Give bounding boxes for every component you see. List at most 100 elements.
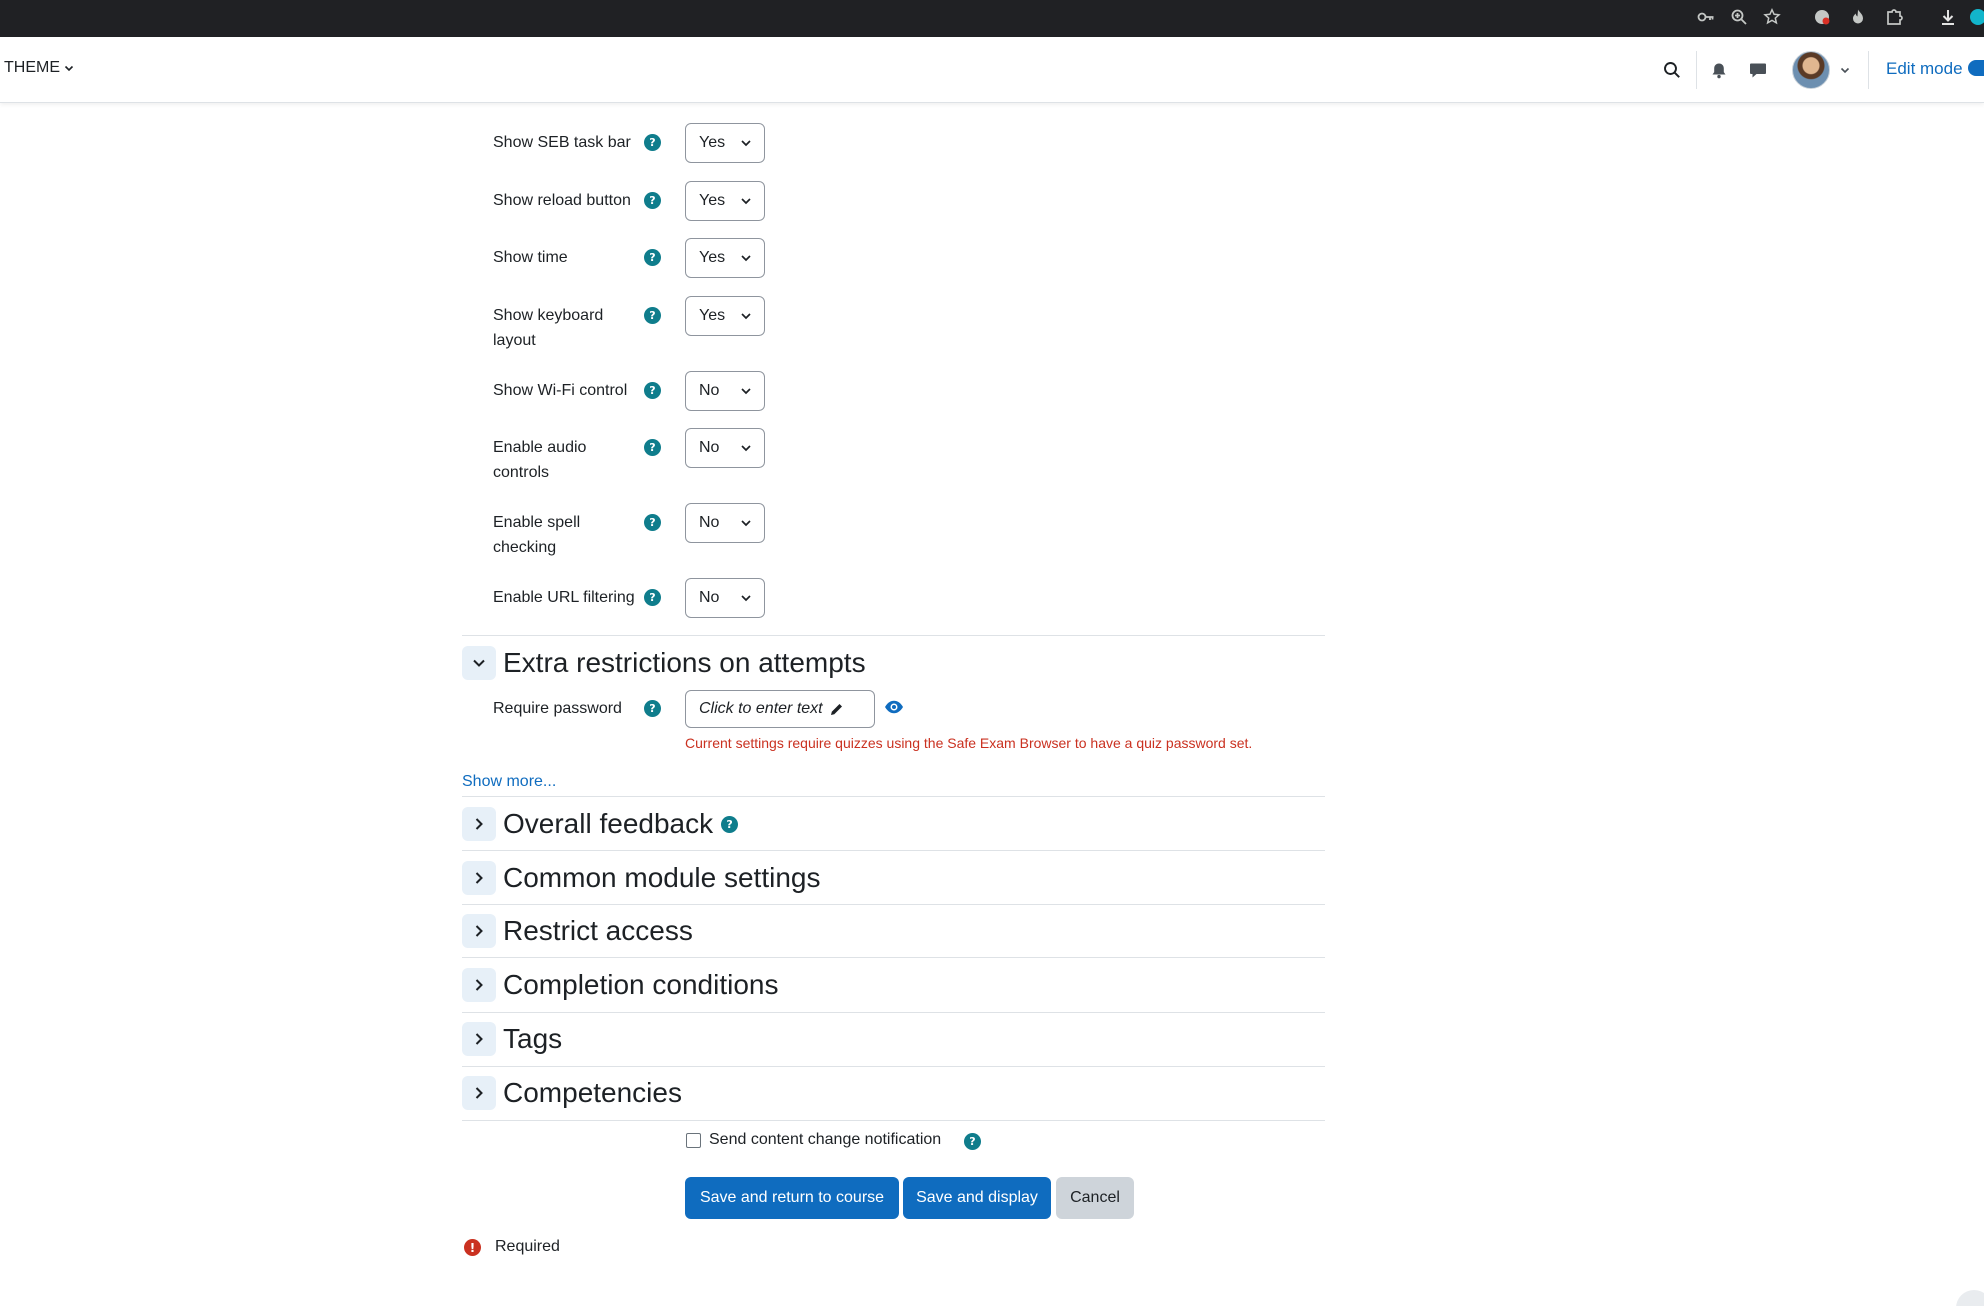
select-value: Yes (699, 249, 726, 266)
setting-select[interactable]: Yes (685, 296, 765, 336)
show-more-link[interactable]: Show more... (462, 773, 556, 791)
expand-toggle[interactable] (462, 914, 496, 948)
edit-mode-toggle[interactable] (1968, 60, 1984, 76)
reveal-eye-icon[interactable] (884, 699, 904, 720)
section-divider (462, 904, 1325, 905)
password-field[interactable]: Click to enter text (685, 690, 875, 728)
select-value: No (699, 382, 720, 399)
top-navbar: THEME Edit mode (0, 37, 1984, 103)
cancel-button[interactable]: Cancel (1056, 1177, 1134, 1219)
section-divider (462, 1012, 1325, 1013)
expand-toggle[interactable] (462, 1022, 496, 1056)
chevron-right-icon (475, 1087, 483, 1099)
help-icon[interactable]: ? (964, 1133, 981, 1150)
section-extra-restrictions: Extra restrictions on attempts (462, 646, 866, 680)
avatar[interactable] (1792, 51, 1830, 89)
section-title[interactable]: Tags (503, 1023, 562, 1055)
select-value: Yes (699, 307, 726, 324)
navbar-divider (1868, 51, 1869, 89)
setting-label: Show SEB task bar (493, 134, 631, 151)
section-divider (462, 957, 1325, 958)
theme-menu[interactable]: THEME (4, 59, 74, 77)
help-icon[interactable]: ? (644, 514, 661, 531)
help-icon[interactable]: ? (721, 815, 739, 833)
section-completion-conditions: Completion conditions (462, 968, 779, 1002)
section-divider (462, 1120, 1325, 1121)
section-title[interactable]: Overall feedback (503, 808, 713, 840)
setting-label: Show keyboard layout (493, 307, 604, 349)
user-menu-chevron-icon[interactable] (1832, 57, 1858, 83)
setting-select[interactable]: Yes (685, 123, 765, 163)
section-overall-feedback: Overall feedback ? (462, 807, 739, 841)
save-and-return-button[interactable]: Save and return to course (685, 1177, 899, 1219)
chevron-down-icon (741, 388, 751, 395)
chevron-right-icon (475, 872, 483, 884)
setting-select[interactable]: No (685, 503, 765, 543)
required-legend: Required (495, 1238, 560, 1255)
setting-select[interactable]: Yes (685, 238, 765, 278)
navbar-divider (1696, 51, 1697, 89)
setting-select[interactable]: No (685, 578, 765, 618)
section-divider (462, 1066, 1325, 1067)
help-icon[interactable]: ? (644, 700, 661, 717)
help-icon[interactable]: ? (644, 382, 661, 399)
download-icon[interactable] (1936, 5, 1960, 29)
help-icon[interactable]: ? (644, 192, 661, 209)
section-competencies: Competencies (462, 1076, 682, 1110)
setting-label: Show time (493, 249, 568, 266)
section-title[interactable]: Common module settings (503, 862, 820, 894)
chevron-right-icon (475, 925, 483, 937)
chevron-down-icon (741, 198, 751, 205)
puzzle-icon[interactable] (1882, 5, 1906, 29)
setting-select[interactable]: Yes (685, 181, 765, 221)
section-title[interactable]: Extra restrictions on attempts (503, 647, 866, 679)
edit-mode-label: Edit mode (1886, 59, 1963, 78)
search-icon[interactable] (1659, 57, 1685, 83)
section-common-module-settings: Common module settings (462, 861, 820, 895)
extension-icon[interactable] (1810, 5, 1834, 29)
setting-label: Require password (493, 700, 622, 717)
save-and-display-button[interactable]: Save and display (903, 1177, 1051, 1219)
setting-label: Enable URL filtering (493, 589, 635, 606)
bell-icon[interactable] (1706, 57, 1732, 83)
zoom-icon[interactable] (1727, 5, 1751, 29)
password-error: Current settings require quizzes using t… (685, 735, 1253, 751)
setting-select[interactable]: No (685, 428, 765, 468)
notification-checkbox[interactable] (686, 1133, 701, 1148)
setting-select[interactable]: No (685, 371, 765, 411)
chevron-down-icon (473, 659, 485, 667)
expand-toggle[interactable] (462, 861, 496, 895)
chevron-down-icon (741, 595, 751, 602)
chevron-down-icon (741, 445, 751, 452)
section-restrict-access: Restrict access (462, 914, 693, 948)
setting-label: Enable audio controls (493, 439, 587, 481)
help-icon[interactable]: ? (644, 134, 661, 151)
help-icon[interactable]: ? (644, 589, 661, 606)
chevron-right-icon (475, 818, 483, 830)
section-title[interactable]: Completion conditions (503, 969, 779, 1001)
chevron-down-icon (741, 255, 751, 262)
bookmark-star-icon[interactable] (1760, 5, 1784, 29)
messages-icon[interactable] (1745, 57, 1771, 83)
theme-menu-label: THEME (4, 59, 60, 76)
help-icon[interactable]: ? (644, 249, 661, 266)
expand-toggle[interactable] (462, 1076, 496, 1110)
key-icon[interactable] (1694, 5, 1718, 29)
password-placeholder: Click to enter text (699, 700, 823, 717)
page-help-button[interactable] (1956, 1290, 1984, 1306)
profile-icon[interactable] (1966, 5, 1984, 29)
expand-toggle[interactable] (462, 807, 496, 841)
help-icon[interactable]: ? (644, 307, 661, 324)
select-value: Yes (699, 134, 726, 151)
select-value: No (699, 514, 720, 531)
section-title[interactable]: Restrict access (503, 915, 693, 947)
collapse-toggle[interactable] (462, 646, 496, 680)
chevron-down-icon (64, 65, 74, 72)
select-value: No (699, 589, 720, 606)
expand-toggle[interactable] (462, 968, 496, 1002)
help-icon[interactable]: ? (644, 439, 661, 456)
flame-extension-icon[interactable] (1846, 5, 1870, 29)
setting-label: Enable spell checking (493, 514, 581, 556)
section-title[interactable]: Competencies (503, 1077, 682, 1109)
chevron-down-icon (741, 140, 751, 147)
